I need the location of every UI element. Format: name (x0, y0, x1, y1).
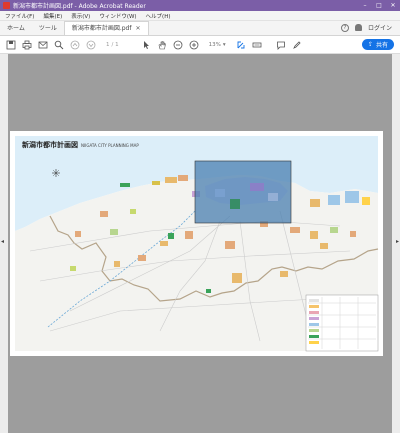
page-down-icon[interactable] (86, 40, 96, 50)
acrobat-app-icon (3, 2, 10, 9)
menu-window[interactable]: ウィンドウ(W) (99, 12, 136, 20)
right-panel-toggle-chevron-icon[interactable]: ▸ (396, 238, 399, 245)
share-button[interactable]: ⇪ 共有 (361, 39, 394, 50)
keyboard-icon[interactable] (252, 40, 262, 50)
tab-bar: ホーム ツール 新潟市都市計画図.pdf ✕ ? ログイン (0, 21, 400, 36)
page-total: / 1 (111, 41, 119, 48)
page-current[interactable]: 1 (106, 42, 110, 48)
tab-document-label: 新潟市都市計画図.pdf (71, 25, 132, 32)
map-title: 新潟市都市計画図 NIIGATA CITY PLANNING MAP (22, 140, 139, 150)
comment-icon[interactable] (276, 40, 286, 50)
fit-page-icon[interactable] (236, 40, 246, 50)
tab-home[interactable]: ホーム (0, 23, 32, 35)
zoom-out-icon[interactable] (173, 40, 183, 50)
close-button[interactable]: ✕ (386, 2, 400, 9)
zoom-level[interactable]: 13% (209, 42, 221, 48)
city-planning-map (10, 131, 383, 356)
email-icon[interactable] (38, 40, 48, 50)
search-icon[interactable] (54, 40, 64, 50)
zoom-in-icon[interactable] (189, 40, 199, 50)
map-subtitle: NIIGATA CITY PLANNING MAP (81, 143, 139, 148)
print-icon[interactable] (22, 40, 32, 50)
menu-edit[interactable]: 編集(E) (43, 12, 62, 20)
pdf-page: 新潟市都市計画図 NIIGATA CITY PLANNING MAP (10, 131, 383, 356)
save-icon[interactable] (6, 40, 16, 50)
window-title: 新潟市都市計画図.pdf - Adobe Acrobat Reader (13, 3, 146, 10)
signin-button[interactable]: ログイン (368, 23, 392, 32)
menu-file[interactable]: ファイル(F) (5, 12, 34, 20)
tab-close-icon[interactable]: ✕ (135, 22, 140, 35)
title-bar: 新潟市都市計画図.pdf - Adobe Acrobat Reader – □ … (0, 0, 400, 11)
bell-icon[interactable] (354, 24, 362, 31)
maximize-button[interactable]: □ (372, 2, 386, 9)
highlight-pen-icon[interactable] (292, 40, 302, 50)
share-icon: ⇪ (367, 41, 373, 48)
menu-help[interactable]: ヘルプ(H) (146, 12, 171, 20)
hand-tool-icon[interactable] (157, 40, 167, 50)
tab-document[interactable]: 新潟市都市計画図.pdf ✕ (63, 21, 149, 35)
left-panel-toggle-chevron-icon[interactable]: ◂ (1, 238, 4, 245)
tab-tools[interactable]: ツール (32, 23, 64, 35)
toolbar: 1 / 1 13% ▾ ⇪ 共有 (0, 36, 400, 54)
page-up-icon[interactable] (70, 40, 80, 50)
share-label: 共有 (375, 42, 388, 49)
select-cursor-icon[interactable] (141, 40, 151, 50)
question-icon[interactable]: ? (340, 23, 349, 32)
zoom-dropdown-chevron-down-icon[interactable]: ▾ (223, 42, 226, 48)
minimize-button[interactable]: – (358, 2, 372, 9)
map-title-text: 新潟市都市計画図 (22, 141, 78, 149)
menu-view[interactable]: 表示(V) (71, 12, 90, 20)
